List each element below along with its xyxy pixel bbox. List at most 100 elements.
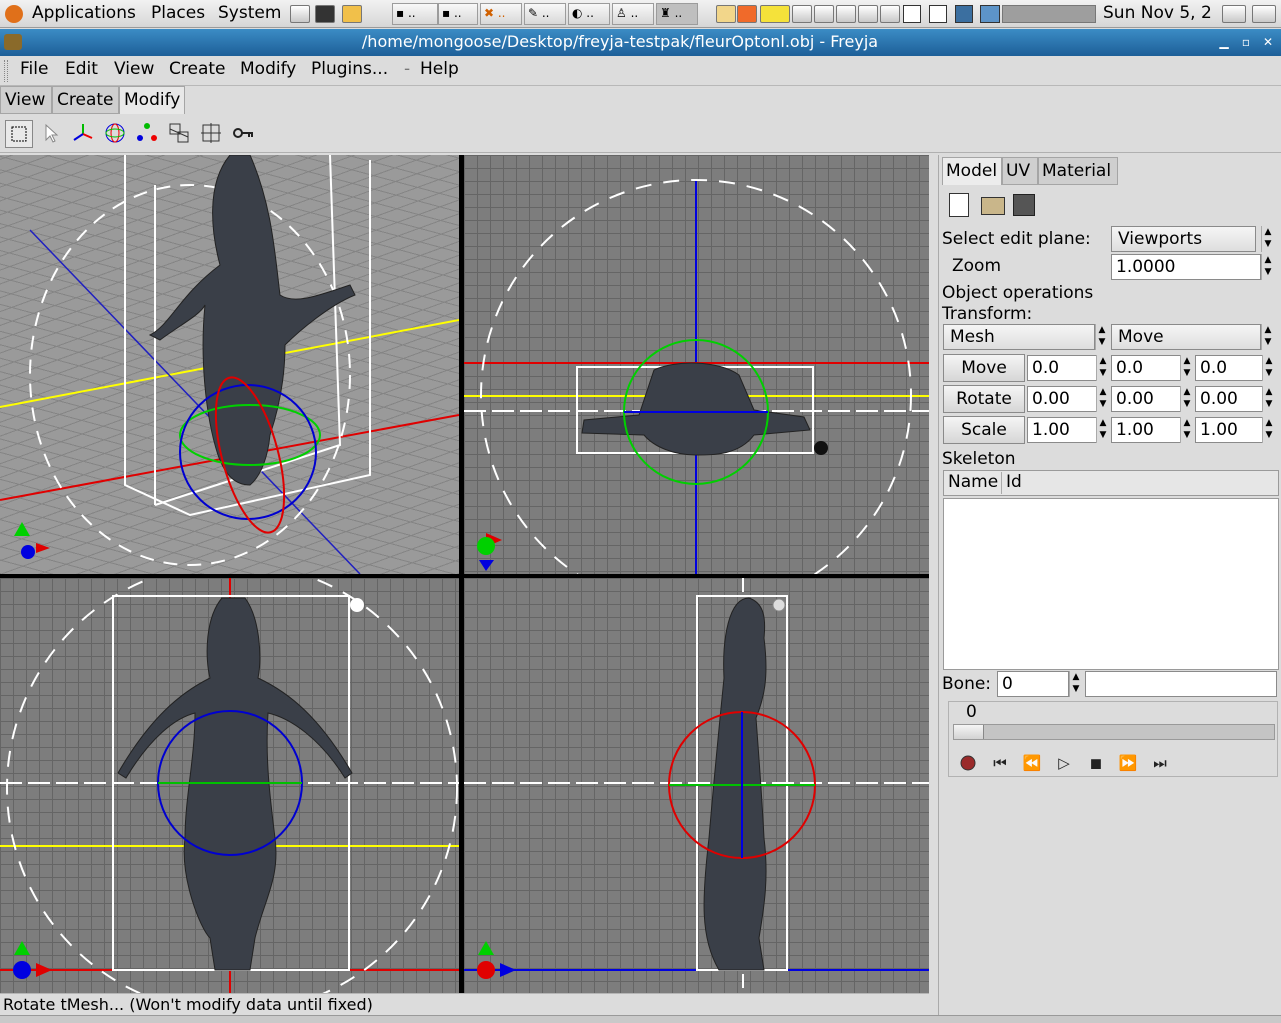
menu-view[interactable]: View [114,59,154,79]
taskbar-item-4[interactable]: ✎ .. [524,3,566,25]
scale-z-input[interactable]: 1.00 [1195,417,1263,443]
rotate-x-spinner[interactable]: ▲ ▼ [1096,386,1109,412]
tray-app-icon[interactable] [716,5,736,23]
save-disk-icon[interactable] [1013,194,1035,216]
vertex-select-tool-icon[interactable] [166,120,194,148]
tray-update-icon[interactable] [737,5,757,23]
transform-target-select[interactable]: Mesh [943,324,1095,350]
open-folder-icon[interactable] [981,197,1005,215]
applications-menu[interactable]: Applications [32,3,136,23]
system-menu[interactable]: System [218,3,281,23]
rotate-y-input[interactable]: 0.00 [1111,386,1181,412]
menu-help[interactable]: Help [420,59,459,79]
taskbar-item-2[interactable]: ▪ .. [438,3,478,25]
tray-display-icon[interactable] [792,5,812,23]
viewport-top[interactable] [464,155,929,574]
taskbar-item-freyja[interactable]: ♜ .. [656,3,698,25]
select-box-tool-icon[interactable] [5,120,33,148]
rotate-z-spinner[interactable]: ▲ ▼ [1262,386,1275,412]
fast-forward-icon[interactable]: ⏩ [1117,754,1139,774]
scale-y-spinner[interactable]: ▲ ▼ [1180,417,1193,443]
workspace-2[interactable] [929,5,947,23]
tab-material[interactable]: Material [1038,157,1118,185]
scale-x-spinner[interactable]: ▲ ▼ [1096,417,1109,443]
tray-notes-icon[interactable] [760,5,790,23]
tray-printer-icon[interactable] [836,5,856,23]
move-tool-icon[interactable] [70,120,98,148]
eject-icon[interactable] [1222,5,1246,23]
scale-z-spinner[interactable]: ▲ ▼ [1262,417,1275,443]
move-z-input[interactable]: 0.0 [1195,355,1263,381]
zoom-input[interactable]: 1.0000 [1111,254,1261,280]
pointer-tool-icon[interactable] [38,120,66,148]
bone-input[interactable]: 0 [997,671,1069,697]
move-button[interactable]: Move [943,354,1025,382]
menu-modify[interactable]: Modify [240,59,296,79]
rotate-x-input[interactable]: 0.00 [1027,386,1097,412]
last-frame-icon[interactable]: ⏭ [1149,754,1171,774]
move-x-input[interactable]: 0.0 [1027,355,1097,381]
menu-create[interactable]: Create [169,59,226,79]
menu-file[interactable]: File [20,59,48,79]
workspace-4[interactable] [980,5,1000,23]
text-editor-launcher-icon[interactable] [290,5,310,23]
viewport-front[interactable] [0,578,459,993]
tray-volume-icon[interactable] [858,5,878,23]
taskbar-item-3[interactable]: ✖ .. [480,3,522,25]
viewport-side[interactable] [464,578,929,993]
column-id-header[interactable]: Id [1004,472,1022,492]
scale-y-input[interactable]: 1.00 [1111,417,1181,443]
workspace-3[interactable] [955,5,973,23]
mesh-select-tool-icon[interactable] [198,120,226,148]
tab-uv[interactable]: UV [1002,157,1038,185]
edit-plane-select-arrows[interactable]: ▲ ▼ [1261,226,1274,252]
places-menu[interactable]: Places [151,3,205,23]
record-icon[interactable] [957,754,979,774]
move-x-spinner[interactable]: ▲ ▼ [1096,355,1109,381]
terminal-launcher-icon[interactable] [315,5,335,23]
menu-edit[interactable]: Edit [65,59,98,79]
rotate-button[interactable]: Rotate [943,385,1025,413]
workspace-strip[interactable] [1002,5,1096,23]
column-name-header[interactable]: Name [946,472,1002,494]
ubuntu-logo-icon[interactable] [5,5,23,23]
key-tool-icon[interactable] [230,120,258,148]
rotate-y-spinner[interactable]: ▲ ▼ [1180,386,1193,412]
taskbar-item-1[interactable]: ▪ .. [392,3,438,25]
new-file-icon[interactable] [949,193,969,217]
tab-view[interactable]: View [0,86,52,114]
scale-button[interactable]: Scale [943,416,1025,444]
tab-model[interactable]: Model [942,157,1002,185]
first-frame-icon[interactable]: ⏮ [989,754,1011,774]
workspace-1[interactable] [903,5,921,23]
tab-modify[interactable]: Modify [119,86,185,114]
transform-target-arrows[interactable]: ▲ ▼ [1095,324,1108,350]
menubar-handle[interactable] [4,60,8,82]
frame-slider-handle[interactable] [954,725,984,739]
bone-spinner[interactable]: ▲ ▼ [1069,671,1082,697]
play-icon[interactable]: ▷ [1053,754,1075,774]
taskbar-item-6[interactable]: ♙ .. [612,3,654,25]
scale-x-input[interactable]: 1.00 [1027,417,1097,443]
edit-plane-select[interactable]: Viewports [1111,226,1256,252]
viewport-perspective[interactable] [0,155,459,574]
scale-tool-icon[interactable] [134,120,162,148]
maximize-icon[interactable]: ▫ [1238,35,1254,49]
rewind-icon[interactable]: ⏪ [1021,754,1043,774]
move-y-input[interactable]: 0.0 [1111,355,1181,381]
rotate-tool-icon[interactable] [102,120,130,148]
stop-icon[interactable]: ◼ [1085,754,1107,774]
transform-action-select[interactable]: Move [1111,324,1261,350]
taskbar-item-5[interactable]: ◐ .. [568,3,610,25]
skeleton-tree[interactable] [943,498,1279,670]
trash-icon[interactable] [1252,5,1276,23]
move-z-spinner[interactable]: ▲ ▼ [1262,355,1275,381]
network-launcher-icon[interactable] [342,5,362,23]
tab-create[interactable]: Create [52,86,119,114]
move-y-spinner[interactable]: ▲ ▼ [1180,355,1193,381]
tray-drive-icon[interactable] [814,5,834,23]
menu-plugins[interactable]: Plugins... [311,59,388,79]
clock[interactable]: Sun Nov 5, 2 [1103,3,1212,23]
zoom-spinner[interactable]: ▲ ▼ [1261,254,1274,280]
close-icon[interactable]: ✕ [1260,35,1276,49]
